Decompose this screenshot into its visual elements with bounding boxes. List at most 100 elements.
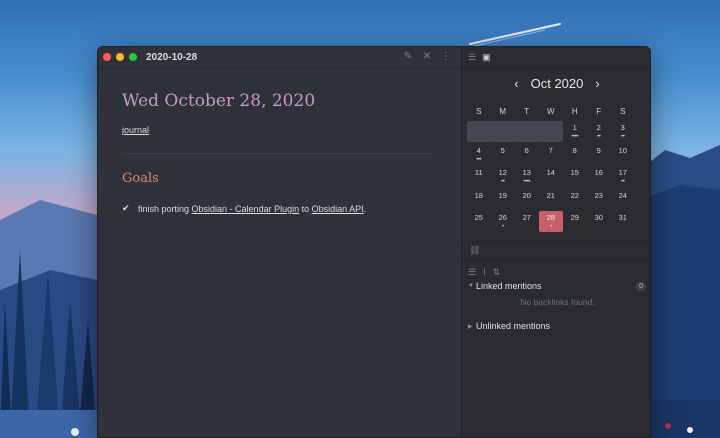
linked-count-badge: 0 — [636, 281, 646, 291]
next-month-button[interactable]: › — [595, 76, 599, 91]
note-title: 2020-10-28 — [146, 51, 198, 63]
calendar-day[interactable]: 17 •• — [611, 166, 635, 187]
calendar-plugin-link[interactable]: Obsidian - Calendar Plugin — [192, 204, 300, 214]
journal-link[interactable]: journal — [122, 125, 149, 135]
linked-mentions-label: Linked mentions — [476, 281, 542, 291]
more-icon[interactable]: ⋮ — [441, 51, 451, 63]
calendar-day[interactable]: 20 — [515, 189, 539, 210]
calendar-day[interactable]: 18 — [467, 189, 491, 210]
calendar-day[interactable]: 9 — [587, 144, 611, 165]
calendar-day[interactable]: 22 — [563, 189, 587, 210]
calendar-day[interactable]: 8 — [563, 144, 587, 165]
calendar-day[interactable]: 12 •• — [491, 166, 515, 187]
calendar-day[interactable]: 2 •• — [587, 121, 611, 142]
calendar-day[interactable]: 7 — [539, 144, 563, 165]
calendar-day-number: 16 — [594, 168, 603, 177]
calendar-day-number: 24 — [618, 190, 627, 200]
calendar-day[interactable]: 24 — [611, 189, 635, 210]
calendar-day[interactable]: 10 — [611, 144, 635, 165]
calendar-day-number: 2 — [596, 123, 601, 132]
calendar-day-number: 20 — [522, 190, 531, 200]
calendar-day-number: 23 — [594, 190, 603, 200]
calendar-day[interactable]: 23 — [587, 189, 611, 210]
calendar-day-number: 11 — [474, 168, 483, 177]
calendar-day[interactable]: 5 — [491, 144, 515, 165]
weekday-label: M — [499, 107, 507, 116]
calendar-icon[interactable]: ▣ — [482, 52, 491, 63]
note-actions: ✎ ✕ ⋮ — [403, 51, 451, 63]
calendar-day[interactable]: 16 — [587, 166, 611, 187]
calendar-day[interactable]: 3 •• — [611, 121, 635, 142]
calendar-day[interactable]: 6 — [515, 144, 539, 165]
calendar-day[interactable]: 15 — [563, 166, 587, 187]
minimize-window-button[interactable] — [116, 53, 124, 61]
calendar-week-row: 1 •••• 2 •• 3 •• — [467, 121, 650, 144]
calendar-day-number: 3 — [620, 123, 625, 132]
list-icon[interactable]: ☰ — [468, 52, 476, 63]
obsidian-api-link[interactable]: Obsidian API — [312, 204, 364, 214]
weekday-row: SMTWHFS — [467, 105, 650, 121]
calendar-day-number: 26 — [498, 213, 507, 222]
calendar-day-today[interactable]: 28 • — [539, 211, 563, 232]
unlinked-mentions-header[interactable]: ▶ Unlinked mentions — [468, 321, 646, 331]
note-dots-indicator: •• — [621, 134, 625, 140]
note-dots-indicator: •• — [621, 179, 625, 185]
weekday-label: H — [571, 107, 578, 116]
edit-icon[interactable]: ✎ — [403, 51, 413, 63]
close-window-button[interactable] — [103, 53, 111, 61]
calendar-day-number: 18 — [474, 190, 483, 200]
calendar-day[interactable]: 30 — [587, 211, 611, 232]
calendar-day-number: 29 — [570, 213, 579, 222]
calendar-day[interactable]: 11 — [467, 166, 491, 187]
chevron-down-icon: ▼ — [468, 283, 474, 289]
task-text-suffix: . — [363, 203, 367, 214]
note-dots-indicator: •••• — [571, 134, 579, 140]
sort-icon[interactable]: ⇅ — [493, 267, 501, 278]
task-item: ✔ finish porting Obsidian - Calendar Plu… — [122, 203, 434, 214]
calendar-day[interactable]: 13 •••• — [515, 166, 539, 187]
calendar-day[interactable]: 31 — [611, 211, 635, 232]
calendar-day[interactable]: 14 — [539, 166, 563, 187]
weekday-label: F — [596, 107, 602, 116]
note-dots-indicator: • — [549, 224, 552, 230]
note-dots-indicator: •• — [501, 179, 505, 185]
calendar-header: ‹ Oct 2020 › — [462, 76, 650, 91]
calendar-day-empty — [491, 121, 515, 142]
calendar-day-number: 1 — [572, 123, 577, 132]
calendar-grid: SMTWHFS 1 •••• 2 •• 3 •• 4 ••• 5 6 7 8 9 10 11 12 •• 13 ••… — [467, 105, 650, 234]
calendar-day[interactable]: 21 — [539, 189, 563, 210]
zoom-window-button[interactable] — [129, 53, 137, 61]
collapse-icon[interactable]: ☰ — [468, 267, 476, 278]
calendar-day[interactable]: 29 — [563, 211, 587, 232]
link-icon[interactable]: ⛓ — [469, 245, 480, 256]
note-dots-indicator: • — [501, 224, 504, 230]
calendar-day-number: 5 — [500, 145, 505, 155]
calendar-day-number: 6 — [524, 145, 529, 155]
calendar-day-empty — [539, 121, 563, 142]
month-label: Oct 2020 — [530, 76, 584, 91]
calendar-day-number: 25 — [474, 213, 483, 222]
text-cursor-icon[interactable]: I — [483, 267, 486, 278]
calendar-day-number: 7 — [548, 145, 553, 155]
calendar-day[interactable]: 26 • — [491, 211, 515, 232]
weekday-label: T — [524, 107, 530, 116]
calendar-day-number: 30 — [594, 213, 603, 222]
weekday-label: W — [546, 107, 555, 116]
note-content[interactable]: Wed October 28, 2020 journal Goals ✔ fin… — [122, 91, 434, 214]
calendar-day[interactable]: 19 — [491, 189, 515, 210]
calendar-day[interactable]: 27 — [515, 211, 539, 232]
calendar-week-row: 11 12 •• 13 •••• 14 15 16 17 •• — [467, 166, 650, 189]
obsidian-window: 2020-10-28 ✎ ✕ ⋮ Wed October 28, 2020 jo… — [97, 46, 651, 438]
calendar-week-row: 18 19 20 21 22 23 24 — [467, 189, 650, 212]
linked-mentions-header[interactable]: ▼ Linked mentions 0 — [468, 281, 646, 291]
calendar-day[interactable]: 25 — [467, 211, 491, 232]
close-icon[interactable]: ✕ — [422, 51, 432, 63]
calendar-day-number: 14 — [546, 168, 555, 177]
calendar-week-row: 4 ••• 5 6 7 8 9 10 — [467, 144, 650, 167]
calendar-day[interactable]: 1 •••• — [563, 121, 587, 142]
checkmark-icon[interactable]: ✔ — [122, 203, 138, 214]
calendar-day-number: 13 — [522, 168, 531, 177]
note-dots-indicator: •• — [597, 134, 601, 140]
prev-month-button[interactable]: ‹ — [514, 76, 518, 91]
calendar-day[interactable]: 4 ••• — [467, 144, 491, 165]
